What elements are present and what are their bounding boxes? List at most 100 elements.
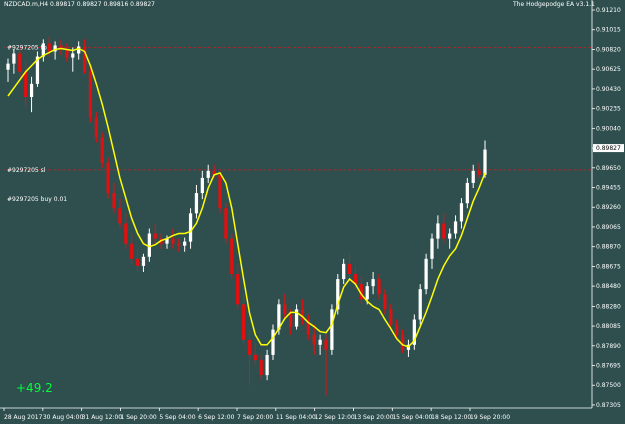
candle-body	[389, 309, 393, 325]
ea-label: The Hodgepodge EA v3.1.1	[512, 1, 595, 8]
candle-body	[100, 137, 104, 163]
candle-body	[318, 339, 322, 345]
level-label: #9297205 tp	[7, 44, 47, 51]
candle-body	[400, 334, 405, 350]
candle-body	[130, 243, 134, 259]
candle-body	[312, 334, 316, 345]
candle-body	[283, 304, 287, 315]
candle-body	[330, 309, 334, 350]
candle-body	[106, 162, 110, 194]
candle-body	[29, 83, 34, 98]
candle-body	[135, 258, 140, 266]
time-tick-label: 15 Sep 04:00	[392, 414, 432, 421]
candle-body	[424, 258, 428, 290]
candle-body	[448, 233, 452, 239]
candle-body	[271, 329, 275, 355]
level-label: #9297205 sl	[7, 167, 46, 174]
price-tick-label: 0.88675	[596, 263, 621, 270]
candle-body	[471, 170, 475, 183]
candle-body	[206, 170, 210, 178]
candle-body	[265, 354, 269, 376]
price-tick-label: 0.90235	[596, 106, 621, 113]
chart-background	[0, 0, 625, 424]
candle-body	[247, 339, 252, 355]
candle-body	[442, 223, 446, 239]
time-tick-label: 11 Sep 04:00	[276, 414, 316, 421]
price-tick-label: 0.90040	[596, 125, 621, 132]
candle-body	[342, 263, 346, 280]
time-tick-label: 1 Sep 20:00	[121, 414, 157, 421]
price-tick-label: 0.89065	[596, 224, 621, 231]
candle-body	[459, 203, 464, 222]
candle-body	[230, 238, 234, 274]
candle-body	[377, 279, 381, 295]
price-tick-label: 0.87500	[596, 382, 621, 389]
time-tick-label: 12 Sep 12:00	[315, 414, 355, 421]
price-tick-label: 0.90625	[596, 66, 621, 73]
candle-body	[259, 359, 263, 376]
candle-body	[88, 71, 93, 118]
candle-body	[418, 289, 422, 320]
time-tick-label: 30 Aug 04:00	[43, 414, 84, 421]
candle-body	[194, 193, 199, 214]
candle-body	[453, 221, 458, 234]
candle-body	[147, 233, 151, 257]
candle-body	[483, 149, 487, 175]
price-tick-label: 0.88480	[596, 283, 621, 290]
candle-body	[171, 238, 175, 244]
candle-body	[24, 71, 28, 98]
candle-body	[383, 294, 387, 310]
time-tick-label: 19 Sep 20:00	[470, 414, 510, 421]
candle-body	[347, 263, 352, 274]
candle-body	[465, 182, 469, 204]
time-tick-label: 13 Sep 20:00	[354, 414, 394, 421]
candle-body	[153, 233, 157, 239]
price-tick-label: 0.87890	[596, 343, 621, 350]
order-label: #9297205 buy 0.01	[7, 196, 67, 203]
candle-body	[12, 53, 16, 64]
candle-body	[112, 193, 116, 209]
candle-body	[94, 117, 98, 138]
price-tick-label: 0.91210	[596, 7, 621, 14]
candle-body	[289, 314, 293, 327]
price-tick-label: 0.89260	[596, 204, 621, 211]
price-tick-label: 0.91015	[596, 27, 621, 34]
price-tick-label: 0.89455	[596, 185, 621, 192]
candle-body	[218, 174, 222, 209]
time-tick-label: 18 Sep 12:00	[431, 414, 471, 421]
candle-body	[324, 339, 328, 350]
candle-body	[430, 238, 434, 259]
price-tick-label: 0.88085	[596, 323, 621, 330]
price-tick-label: 0.87305	[596, 402, 621, 409]
candle-body	[77, 46, 81, 54]
time-tick-label: 28 Aug 2017	[4, 414, 43, 421]
price-tick-label: 0.90820	[596, 46, 621, 53]
candle-body	[477, 170, 481, 175]
candle-body	[224, 208, 228, 239]
candle-body	[395, 324, 399, 335]
candle-body	[241, 304, 246, 340]
price-tick-label: 0.90430	[596, 86, 621, 93]
price-tick-label: 0.88870	[596, 244, 621, 251]
candle-body	[183, 241, 187, 246]
time-tick-label: 7 Sep 20:00	[237, 414, 273, 421]
profit-label: +49.2	[16, 381, 53, 395]
candle-body	[188, 213, 193, 242]
price-tick-label: 0.89650	[596, 165, 621, 172]
price-chart[interactable]: #9297205 tp #9297205 sl 0.91210 0.91015 0.9…	[0, 0, 625, 424]
candle-body	[18, 53, 22, 72]
candle-body	[253, 354, 257, 360]
candle-body	[365, 286, 369, 300]
candle-body	[436, 223, 440, 239]
time-tick-label: 31 Aug 12:00	[82, 414, 123, 421]
candle-body	[47, 43, 51, 52]
candle-body	[177, 243, 181, 246]
time-tick-label: 5 Sep 04:00	[159, 414, 195, 421]
candle-body	[124, 223, 128, 244]
candle-body	[6, 63, 10, 70]
candle-body	[65, 49, 69, 58]
candle-body	[141, 256, 146, 266]
candle-body	[371, 279, 375, 287]
price-tick-label: 0.87695	[596, 363, 621, 370]
price-tick-label: 0.88280	[596, 303, 621, 310]
